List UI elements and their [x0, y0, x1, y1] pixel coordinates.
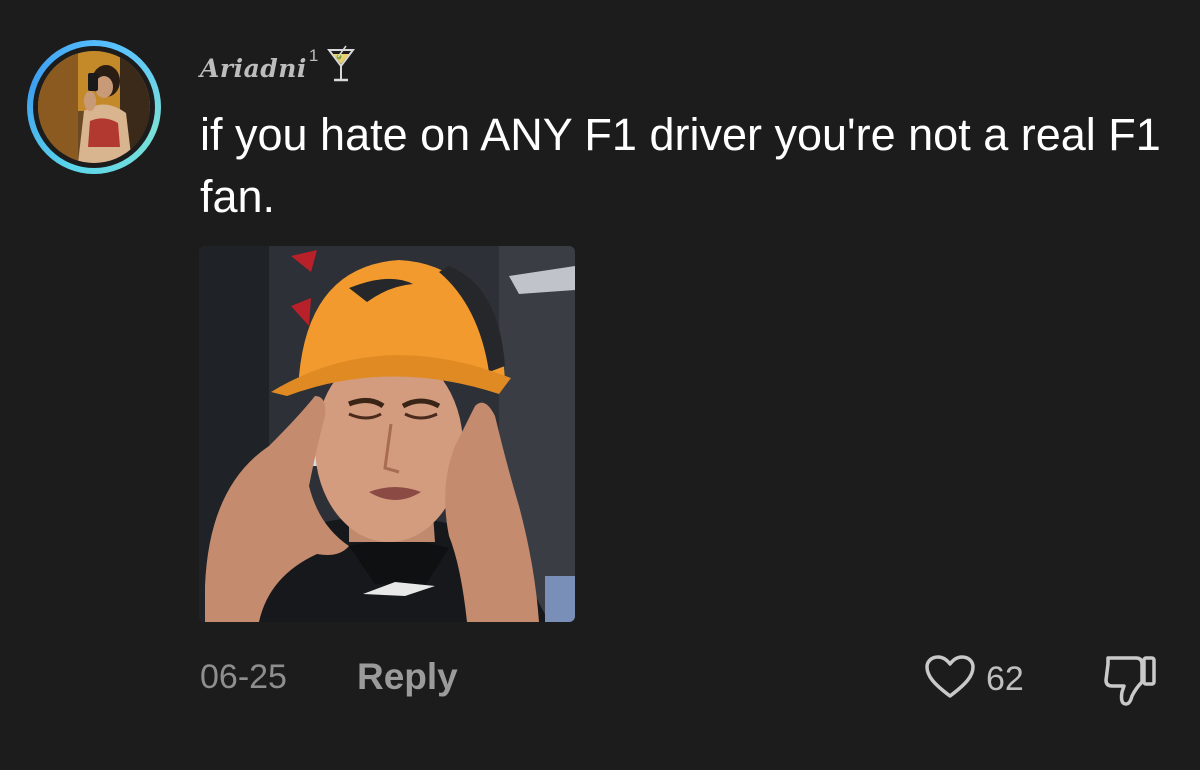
martini-glass-icon: [326, 44, 356, 89]
comment-text: if you hate on ANY F1 driver you're not …: [200, 109, 1161, 222]
reply-button[interactable]: Reply: [357, 656, 458, 698]
dislike-button[interactable]: [1100, 652, 1160, 708]
comment-image[interactable]: [199, 246, 575, 622]
username[interactable]: Ariadni: [200, 54, 307, 83]
username-superscript: 1: [308, 46, 319, 65]
heart-outline-icon[interactable]: [924, 654, 976, 705]
avatar[interactable]: [38, 51, 150, 163]
comment-date: 06-25: [200, 658, 287, 696]
like-count: 62: [986, 659, 1024, 698]
like-button[interactable]: 62: [924, 654, 1024, 704]
username-row: Ariadni 1: [200, 44, 356, 92]
avatar-ring[interactable]: [27, 40, 161, 174]
comment-item: Ariadni 1 if you hate on ANY F1 driver y…: [0, 0, 1200, 770]
thumbs-down-icon[interactable]: [1100, 656, 1160, 712]
